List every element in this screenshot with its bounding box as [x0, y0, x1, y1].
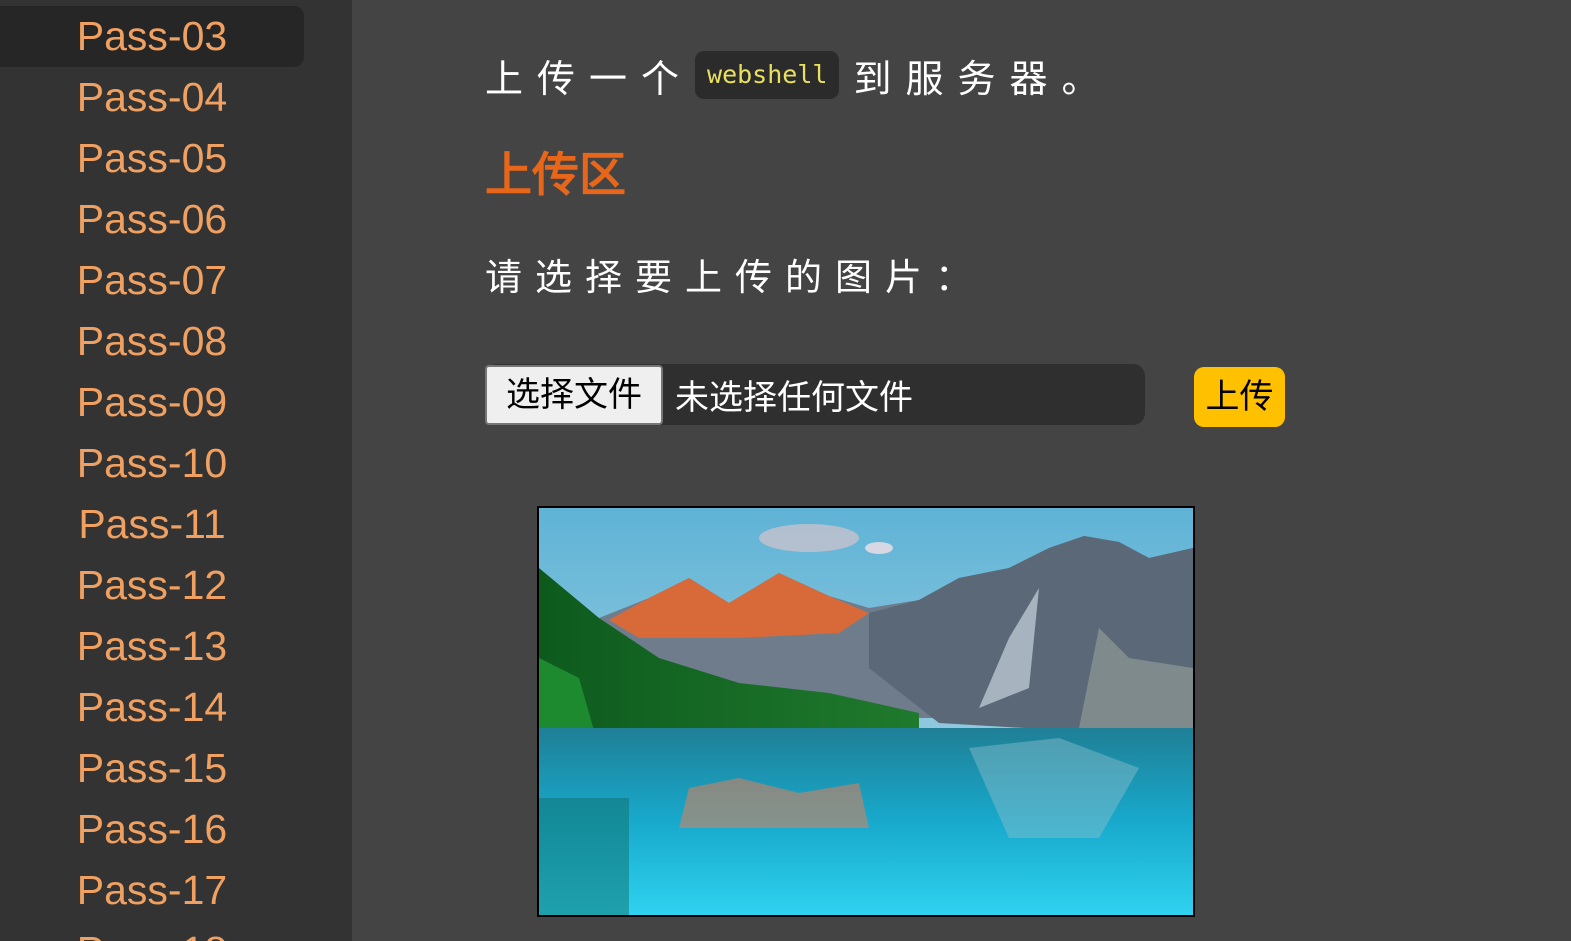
preview-image — [537, 506, 1195, 917]
sidebar: Pass-03 Pass-04 Pass-05 Pass-06 Pass-07 … — [0, 0, 352, 941]
page: Pass-03 Pass-04 Pass-05 Pass-06 Pass-07 … — [0, 0, 1571, 941]
sidebar-item-pass-18[interactable]: Pass-18 — [0, 921, 304, 941]
sidebar-item-pass-06[interactable]: Pass-06 — [0, 189, 304, 250]
file-input[interactable]: 选择文件 未选择任何文件 — [485, 364, 1145, 425]
upload-button[interactable]: 上传 — [1194, 367, 1285, 427]
sidebar-item-pass-15[interactable]: Pass-15 — [0, 738, 304, 799]
task-description: 上传一个 webshell 到服务器。 — [485, 48, 1113, 102]
sidebar-item-pass-16[interactable]: Pass-16 — [0, 799, 304, 860]
sidebar-item-pass-08[interactable]: Pass-08 — [0, 311, 304, 372]
file-status-text: 未选择任何文件 — [675, 378, 913, 418]
sidebar-item-pass-04[interactable]: Pass-04 — [0, 67, 304, 128]
sidebar-item-pass-03[interactable]: Pass-03 — [0, 6, 304, 67]
main-content: 上传一个 webshell 到服务器。 上传区 请选择要上传的图片： 选择文件 … — [352, 0, 1571, 941]
task-text-before: 上传一个 — [485, 56, 694, 101]
task-text-after: 到服务器。 — [853, 56, 1114, 101]
upload-section-title: 上传区 — [485, 148, 626, 203]
sidebar-item-pass-12[interactable]: Pass-12 — [0, 555, 304, 616]
mountain-lake-photo — [539, 508, 1193, 915]
sidebar-item-pass-14[interactable]: Pass-14 — [0, 677, 304, 738]
sidebar-item-pass-09[interactable]: Pass-09 — [0, 372, 304, 433]
sidebar-item-pass-11[interactable]: Pass-11 — [0, 494, 304, 555]
webshell-code: webshell — [695, 51, 840, 99]
select-image-prompt: 请选择要上传的图片： — [485, 256, 985, 299]
sidebar-item-pass-13[interactable]: Pass-13 — [0, 616, 304, 677]
sidebar-item-pass-05[interactable]: Pass-05 — [0, 128, 304, 189]
sidebar-item-pass-17[interactable]: Pass-17 — [0, 860, 304, 921]
sidebar-item-pass-10[interactable]: Pass-10 — [0, 433, 304, 494]
sidebar-item-pass-07[interactable]: Pass-07 — [0, 250, 304, 311]
choose-file-button[interactable]: 选择文件 — [485, 364, 663, 425]
